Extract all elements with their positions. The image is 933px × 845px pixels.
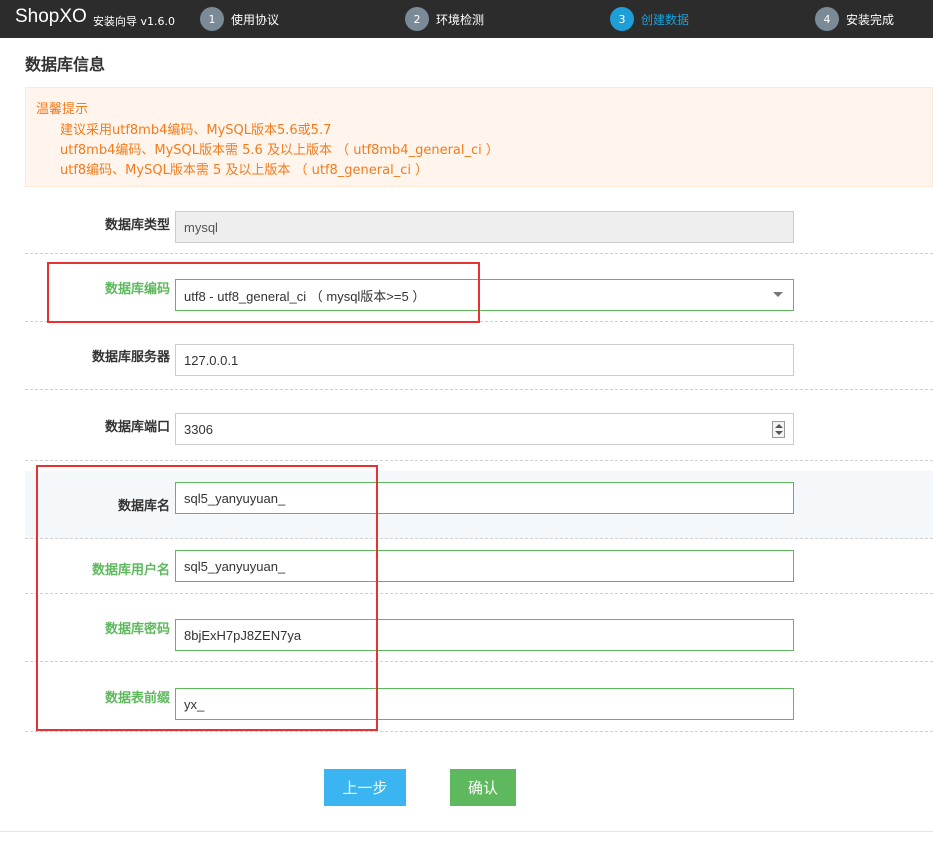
- page-title: 数据库信息: [25, 55, 106, 74]
- top-bar: ShopXO 安装向导 v1.6.0 1 使用协议 2 环境检测 3 创建数据 …: [0, 0, 933, 38]
- step-3: 3 创建数据: [610, 7, 689, 31]
- row-db-name: 数据库名 sql5_yanyuyuan_: [25, 471, 933, 539]
- tip-title: 温馨提示: [36, 102, 89, 117]
- row-db-user: 数据库用户名 sql5_yanyuyuan_: [25, 539, 933, 594]
- db-port-input[interactable]: 3306: [175, 413, 794, 445]
- tip-line: utf8编码、MySQL版本需 5 及以上版本 （ utf8_general_c…: [60, 163, 429, 178]
- tip-line: utf8mb4编码、MySQL版本需 5.6 及以上版本 （ utf8mb4_g…: [60, 143, 499, 158]
- step-label: 安装完成: [846, 12, 895, 27]
- db-host-label: 数据库服务器: [91, 350, 170, 365]
- step-label: 创建数据: [641, 12, 690, 27]
- db-prefix-input[interactable]: yx_: [175, 688, 794, 720]
- db-port-value: 3306: [184, 421, 213, 437]
- db-pass-input[interactable]: 8bjExH7pJ8ZEN7ya: [175, 619, 794, 651]
- row-db-port: 数据库端口 3306: [25, 390, 933, 461]
- db-port-label: 数据库端口: [104, 419, 170, 435]
- row-db-pass: 数据库密码 8bjExH7pJ8ZEN7ya: [25, 594, 933, 662]
- step-1: 1 使用协议: [200, 7, 279, 31]
- db-charset-value: utf8 - utf8_general_ci （ mysql版本>=5 ）: [184, 288, 426, 304]
- db-host-input[interactable]: 127.0.0.1: [175, 344, 794, 376]
- db-prefix-label: 数据表前缀: [104, 691, 170, 706]
- step-number: 3: [610, 7, 634, 31]
- prev-step-button[interactable]: 上一步: [324, 769, 406, 806]
- step-label: 使用协议: [231, 12, 280, 27]
- db-user-label: 数据库用户名: [91, 562, 170, 578]
- step-number: 1: [200, 7, 224, 31]
- step-number: 2: [405, 7, 429, 31]
- number-spinner[interactable]: [772, 421, 785, 438]
- brand-logo: ShopXO: [15, 6, 87, 27]
- row-db-charset: 数据库编码 utf8 - utf8_general_ci （ mysql版本>=…: [25, 254, 933, 322]
- row-db-type: 数据库类型 mysql: [25, 194, 933, 254]
- db-name-label: 数据库名: [117, 499, 170, 514]
- chevron-down-icon: [773, 292, 783, 297]
- tip-line: 建议采用utf8mb4编码、MySQL版本5.6或5.7: [60, 123, 332, 138]
- db-type-input: mysql: [175, 211, 794, 243]
- arrow-down-icon[interactable]: [775, 431, 783, 435]
- db-type-label: 数据库类型: [104, 218, 170, 233]
- step-label: 环境检测: [436, 12, 485, 27]
- db-charset-label: 数据库编码: [104, 282, 170, 297]
- step-2: 2 环境检测: [405, 7, 484, 31]
- divider: [0, 831, 933, 832]
- db-pass-label: 数据库密码: [104, 622, 170, 637]
- db-user-input[interactable]: sql5_yanyuyuan_: [175, 550, 794, 582]
- confirm-button[interactable]: 确认: [450, 769, 516, 806]
- installer-version: 安装向导 v1.6.0: [93, 15, 175, 28]
- db-charset-select[interactable]: utf8 - utf8_general_ci （ mysql版本>=5 ）: [175, 279, 794, 311]
- db-name-input[interactable]: sql5_yanyuyuan_: [175, 482, 794, 514]
- arrow-up-icon[interactable]: [775, 424, 783, 428]
- row-db-prefix: 数据表前缀 yx_: [25, 662, 933, 732]
- step-number: 4: [815, 7, 839, 31]
- tip-box: 温馨提示 建议采用utf8mb4编码、MySQL版本5.6或5.7 utf8mb…: [25, 87, 933, 187]
- row-db-host: 数据库服务器 127.0.0.1: [25, 322, 933, 390]
- step-4: 4 安装完成: [815, 7, 894, 31]
